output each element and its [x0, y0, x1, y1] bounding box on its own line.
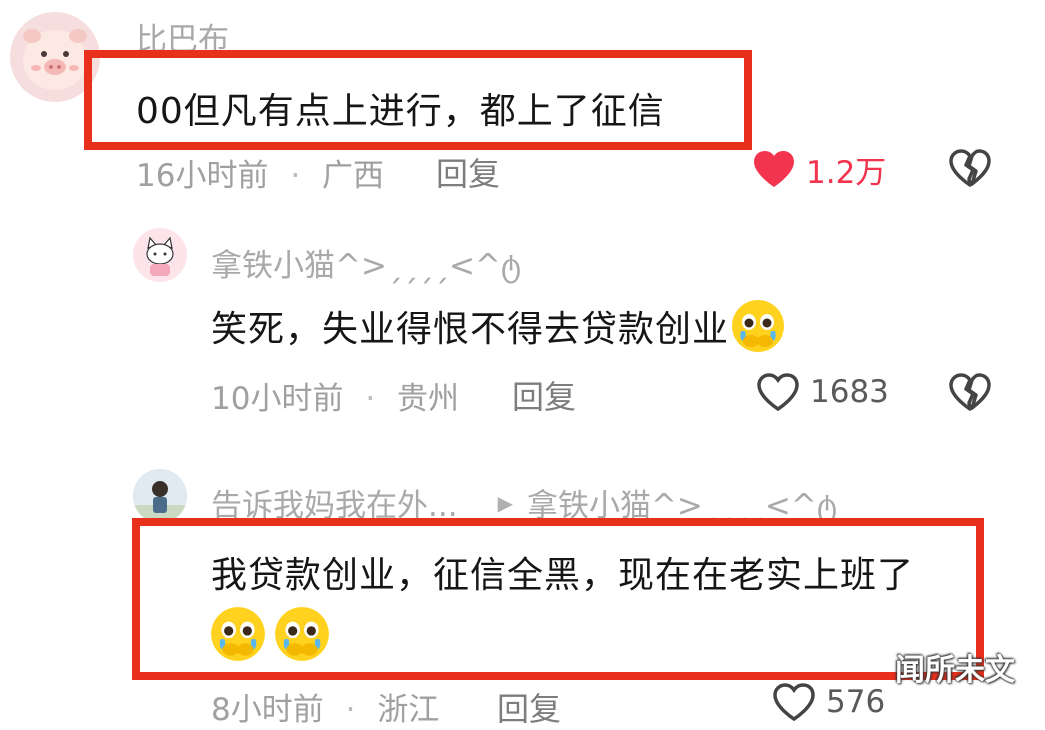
heart-icon — [757, 373, 799, 412]
comment-username[interactable]: 拿铁小猫^>ˏˏˏˏ<^ტ — [211, 240, 521, 285]
pleading-face-emoji — [211, 607, 265, 661]
cat-avatar-icon — [133, 228, 187, 282]
comment-text: 我贷款创业，征信全黑，现在在老实上班了 — [211, 555, 915, 596]
comment-location: 贵州 — [397, 381, 460, 417]
like-count: 1.2万 — [806, 154, 887, 191]
broken-heart-icon — [949, 149, 991, 187]
comment-text: 笑死，失业得恨不得去贷款创业 — [211, 309, 730, 350]
meta-separator: · — [290, 158, 301, 194]
heart-icon — [773, 683, 815, 722]
comment-time: 8小时前 — [211, 692, 324, 728]
comment-meta: 16小时前 · 广西 — [136, 150, 384, 195]
comment-text-row: 笑死，失业得恨不得去贷款创业 — [211, 297, 787, 355]
like-button[interactable]: 1.2万 — [752, 146, 886, 192]
watermark: 闻所未文 — [895, 653, 1015, 688]
avatar-user[interactable] — [133, 469, 187, 523]
like-count: 576 — [826, 684, 886, 720]
comment-meta: 10小时前 · 贵州 — [211, 373, 459, 418]
meta-separator: · — [365, 381, 376, 417]
dislike-button[interactable] — [948, 372, 992, 416]
reply-button[interactable]: 回复 — [436, 149, 500, 195]
like-button[interactable]: 576 — [772, 682, 885, 722]
reply-button[interactable]: 回复 — [512, 372, 576, 418]
person-avatar-icon — [133, 469, 187, 523]
broken-heart-icon — [949, 373, 991, 411]
reply-button[interactable]: 回复 — [497, 684, 561, 730]
comment-text: 00但凡有点上进行，都上了征信 — [136, 91, 665, 132]
comment-time: 16小时前 — [136, 158, 269, 194]
comment-location: 广西 — [322, 158, 385, 194]
comment-time: 10小时前 — [211, 381, 344, 417]
comment-location: 浙江 — [377, 692, 440, 728]
avatar-cat[interactable] — [133, 228, 187, 282]
reply-arrow-icon: ▶ — [497, 490, 513, 515]
emoji-row — [208, 604, 332, 664]
dislike-button[interactable] — [948, 148, 992, 192]
pleading-face-emoji — [732, 300, 785, 352]
like-count: 1683 — [810, 374, 889, 410]
pleading-face-emoji — [275, 607, 329, 661]
heart-icon — [754, 151, 794, 187]
like-button[interactable]: 1683 — [756, 369, 889, 415]
comment-meta: 8小时前 · 浙江 — [211, 684, 439, 729]
meta-separator: · — [345, 692, 356, 728]
